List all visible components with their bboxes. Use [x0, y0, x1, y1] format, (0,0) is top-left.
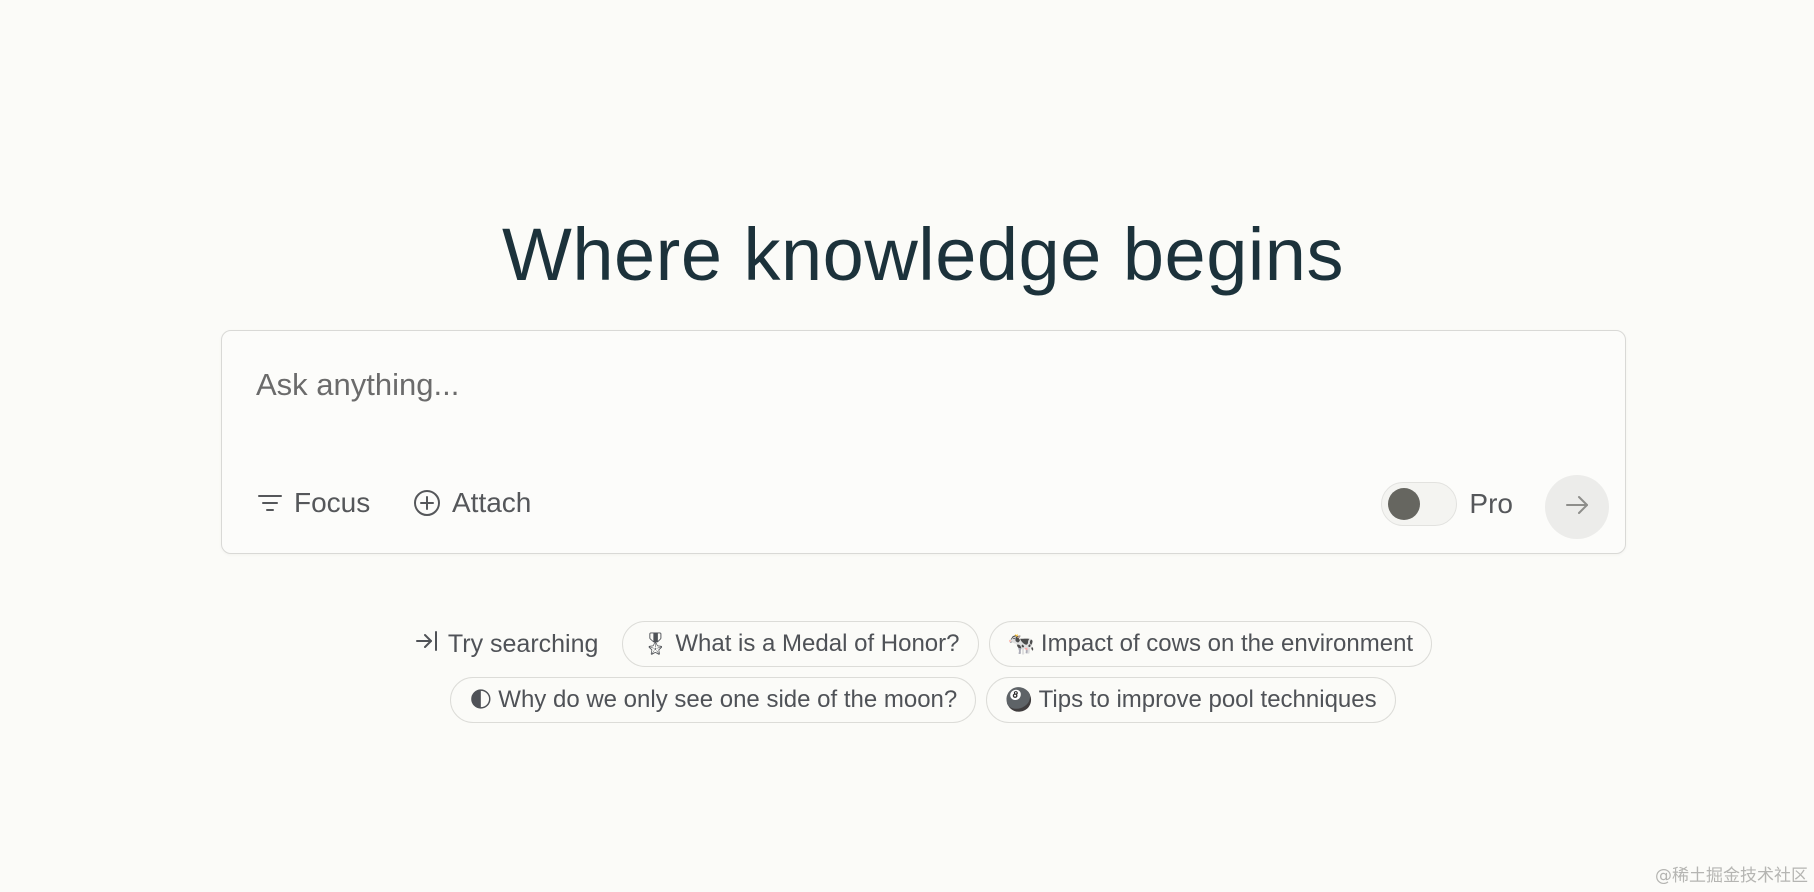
submit-button[interactable] — [1545, 475, 1609, 539]
toggle-knob — [1388, 488, 1421, 520]
watermark: @稀土掘金技术社区 — [1655, 866, 1808, 886]
pro-toggle[interactable] — [1381, 482, 1458, 526]
try-searching-label: Try searching — [414, 627, 599, 662]
suggestion-row: Try searching 🎖 What is a Medal of Honor… — [0, 620, 1814, 668]
arrow-into-icon — [414, 627, 442, 662]
pro-toggle-group: Pro — [1381, 481, 1513, 527]
suggestion-chip[interactable]: 🌓 Why do we only see one side of the moo… — [450, 677, 977, 723]
plus-circle-icon — [412, 488, 442, 518]
suggestion-chip[interactable]: 🎖 What is a Medal of Honor? — [622, 621, 979, 667]
pro-label: Pro — [1469, 488, 1513, 519]
pool-ball-icon: 🎱 — [1005, 687, 1033, 713]
filter-lines-icon — [256, 489, 284, 517]
suggestion-chip[interactable]: 🎱 Tips to improve pool techniques — [986, 677, 1396, 723]
suggestion-label: Why do we only see one side of the moon? — [498, 686, 958, 713]
suggestion-label: What is a Medal of Honor? — [675, 630, 960, 657]
half-moon-icon: 🌓 — [469, 687, 493, 713]
search-box: Focus Attach Pro — [221, 330, 1626, 554]
attach-label: Attach — [452, 487, 532, 518]
suggestion-chip[interactable]: 🐄 Impact of cows on the environment — [988, 621, 1433, 667]
try-searching-text: Try searching — [447, 629, 599, 658]
attach-button[interactable]: Attach — [412, 481, 531, 525]
focus-button[interactable]: Focus — [256, 481, 370, 525]
page-title: Where knowledge begins — [502, 212, 1344, 296]
page: Where knowledge begins Focus Att — [0, 0, 1814, 892]
cow-icon: 🐄 — [1007, 631, 1035, 657]
suggestion-label: Tips to improve pool techniques — [1038, 686, 1377, 713]
suggestion-row: 🌓 Why do we only see one side of the moo… — [0, 676, 1814, 724]
suggestion-label: Impact of cows on the environment — [1040, 630, 1414, 657]
suggestions: Try searching 🎖 What is a Medal of Honor… — [0, 620, 1814, 732]
arrow-right-icon — [1562, 490, 1592, 525]
search-input[interactable] — [254, 359, 1558, 411]
focus-label: Focus — [294, 487, 371, 518]
medal-icon: 🎖 — [641, 631, 670, 657]
